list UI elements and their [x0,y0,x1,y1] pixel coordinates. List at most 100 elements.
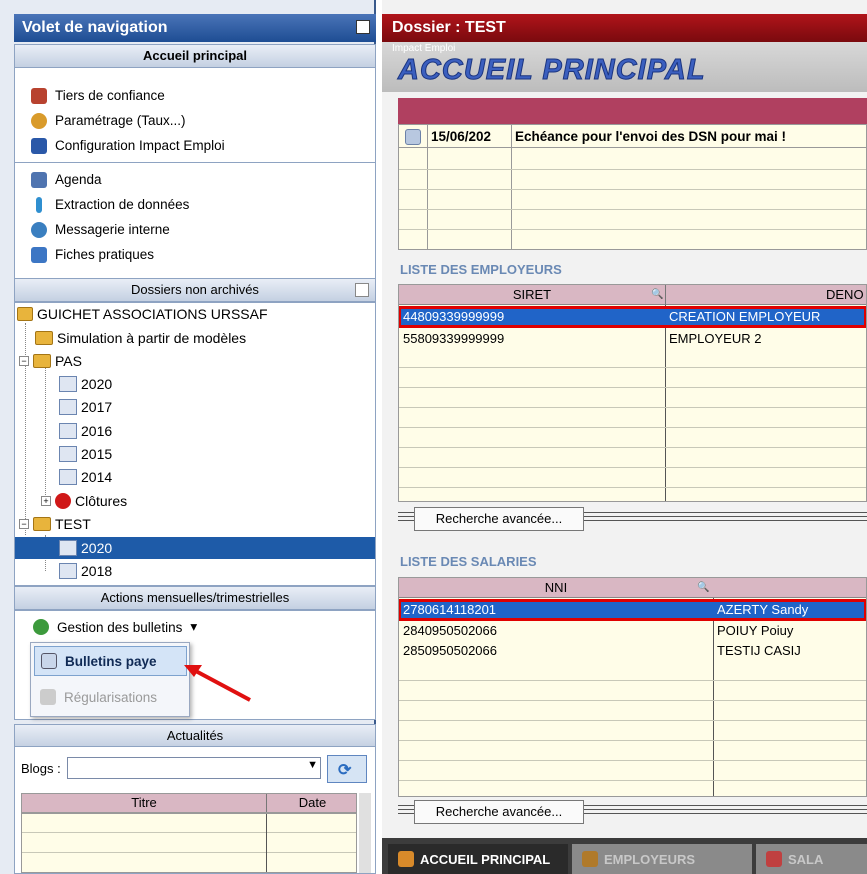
employeur-row[interactable]: 44809339999999 CREATION EMPLOYEUR [399,306,866,328]
salarie-row[interactable]: 2840950502066 POIUY Poiuy [399,621,866,641]
col-date[interactable]: Date [266,794,358,812]
scrollbar[interactable] [359,793,371,873]
salaries-search-button[interactable]: Recherche avancée... [414,800,584,824]
tab-employeurs[interactable]: EMPLOYEURS [572,844,752,874]
calendar-icon [59,446,77,462]
briefcase-icon [582,851,598,867]
tree-node-root[interactable]: GUICHET ASSOCIATIONS URSSAF [17,303,268,325]
folder-open-icon [33,517,51,531]
alert-row[interactable]: 15/06/202 Echéance pour l'envoi des DSN … [399,127,866,147]
search-icon[interactable]: 🔍 [651,285,663,305]
tree-label: 2020 [81,540,113,556]
tree-node-pas-2016[interactable]: 2016 [59,420,112,442]
menu-label: Fiches pratiques [55,247,155,262]
alert-bar [398,98,867,124]
menu-tiers-de-confiance[interactable]: Tiers de confiance [15,83,375,108]
salaries-header: NNI 🔍 [399,578,866,598]
bottom-tab-bar: ACCUEIL PRINCIPAL EMPLOYEURS SALA [382,838,867,874]
tree-label: Clôtures [75,493,128,509]
bulletins-paye-item[interactable]: Bulletins paye [34,646,187,676]
col-deno[interactable]: DENO [665,285,866,305]
cell-name: AZERTY Sandy [717,602,809,617]
menu-parametrage[interactable]: Paramétrage (Taux...) [15,108,375,133]
menu-fiches[interactable]: Fiches pratiques [15,242,375,267]
employeurs-header: SIRET 🔍 DENO [399,285,866,305]
regularisations-item[interactable]: Régularisations [34,683,187,711]
actualites-header[interactable]: Actualités [14,724,376,748]
menu-agenda[interactable]: Agenda [15,167,375,192]
employeurs-search-button[interactable]: Recherche avancée... [414,507,584,531]
calendar-icon [405,129,421,145]
tab-label: SALA [788,851,824,867]
cell-nni: 2780614118201 [403,602,497,617]
expand-icon[interactable]: + [41,496,51,506]
blogs-header-row: Titre Date [21,793,357,813]
menu-extraction[interactable]: Extraction de données [15,192,375,217]
cell-deno: CREATION EMPLOYEUR [669,309,821,324]
cell-siret: 44809339999999 [403,309,505,324]
blogs-label: Blogs : [21,761,61,776]
gestion-label: Gestion des bulletins [57,619,183,635]
tree-node-test-2018[interactable]: 2018 [59,560,112,582]
calendar-icon [59,563,77,579]
blogs-panel: Blogs : ▼ ⟳ Titre Date [14,746,376,874]
page-banner: Impact Emploi ACCUEIL PRINCIPAL [382,42,867,92]
blogs-select[interactable]: ▼ [67,757,321,779]
salarie-row[interactable]: 2850950502066 TESTIJ CASIJ [399,641,866,661]
refresh-blogs-button[interactable]: ⟳ [327,755,367,783]
employeur-row[interactable]: 55809339999999 EMPLOYEUR 2 [399,329,866,349]
alert-text: Echéance pour l'envoi des DSN pour mai ! [515,129,787,144]
tree-node-pas-2014[interactable]: 2014 [59,466,112,488]
col-nni[interactable]: NNI [399,578,713,598]
tab-salaries[interactable]: SALA [756,844,867,874]
info-icon [36,196,42,213]
page-title: ACCUEIL PRINCIPAL [398,54,706,87]
separator [15,162,375,163]
salaries-grid: NNI 🔍 2780614118201 AZERTY Sandy 2840950… [398,577,867,797]
menu-configuration[interactable]: Configuration Impact Emploi [15,133,375,158]
tree-node-pas-2015[interactable]: 2015 [59,443,112,465]
folder-open-icon [33,354,51,368]
tree-label: Simulation à partir de modèles [57,330,247,346]
col-titre[interactable]: Titre [22,794,266,812]
calendar-icon [31,171,47,188]
col-siret[interactable]: SIRET [399,285,665,305]
tree-node-simulation[interactable]: Simulation à partir de modèles [35,327,246,349]
alert-date: 15/06/202 [431,129,492,144]
dossiers-header[interactable]: Dossiers non archivés [14,278,376,302]
bulletins-popup-menu: Bulletins paye Régularisations [30,642,190,717]
search-icon[interactable]: 🔍 [697,578,709,598]
cell-nni: 2840950502066 [403,623,497,638]
tab-accueil-principal[interactable]: ACCUEIL PRINCIPAL [388,844,568,874]
calendar-icon [59,423,77,439]
collapse-icon[interactable]: − [19,519,29,529]
gear-icon [31,112,47,129]
gestion-bulletins-menu[interactable]: Gestion des bulletins ▾ [33,619,197,635]
actions-header[interactable]: Actions mensuelles/trimestrielles [14,586,376,610]
tree-node-pas-2020[interactable]: 2020 [59,373,112,395]
tree-node-pas-2017[interactable]: 2017 [59,396,112,418]
tree-label: 2017 [81,399,113,415]
home-header[interactable]: Accueil principal [14,44,376,68]
archive-checkbox[interactable] [355,283,369,297]
people-icon [766,851,782,867]
tree-label: TEST [55,516,91,532]
menu-label: Extraction de données [55,197,190,212]
tree-node-pas[interactable]: − PAS [19,350,82,372]
home-menu: Tiers de confiance Paramétrage (Taux...)… [14,68,376,278]
menu-messagerie[interactable]: Messagerie interne [15,217,375,242]
collapse-icon[interactable]: − [19,356,29,366]
document-icon [41,653,57,669]
calendar-icon [59,469,77,485]
cell-deno: EMPLOYEUR 2 [669,331,762,346]
red-arrow-annotation [184,665,251,702]
salarie-row[interactable]: 2780614118201 AZERTY Sandy [399,599,866,621]
pin-icon[interactable] [356,20,370,34]
config-icon [31,137,47,154]
tree-node-test[interactable]: − TEST [19,513,91,535]
tab-label: EMPLOYEURS [604,851,696,867]
tree-label: GUICHET ASSOCIATIONS URSSAF [37,306,268,322]
tree-node-test-2020[interactable]: 2020 [15,537,375,559]
tree-node-clotures[interactable]: + Clôtures [41,490,127,512]
tree-label: PAS [55,353,82,369]
